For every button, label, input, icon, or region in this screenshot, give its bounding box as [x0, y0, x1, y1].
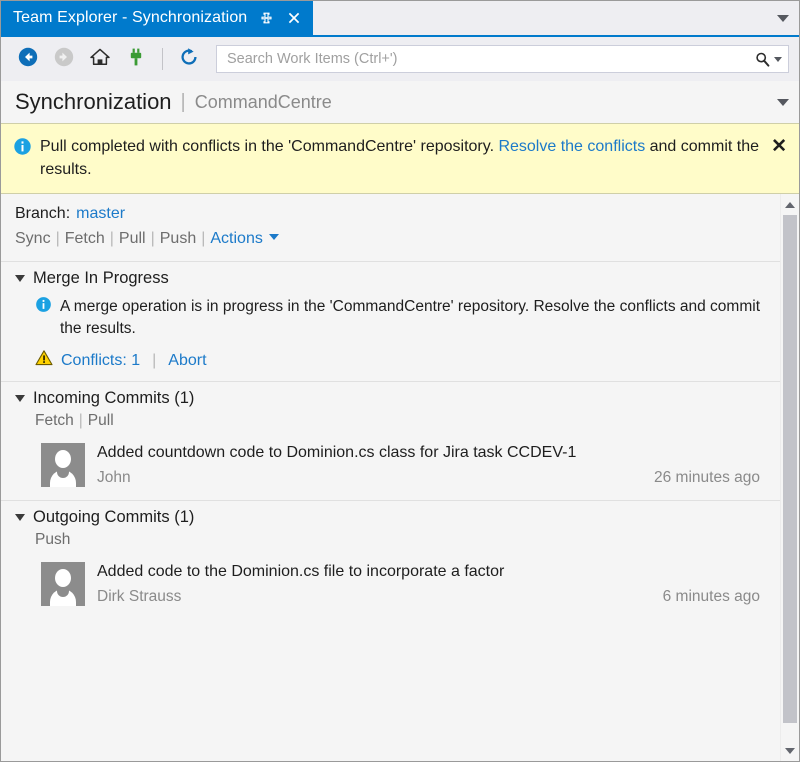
- commit-author: Dirk Strauss: [97, 588, 182, 606]
- incoming-commit-row[interactable]: Added countdown code to Dominion.cs clas…: [15, 430, 766, 491]
- search-input[interactable]: [227, 51, 754, 67]
- plug-connect-icon: [125, 46, 147, 73]
- titlebar-empty-area: [313, 1, 799, 35]
- fetch-link[interactable]: Fetch: [65, 230, 105, 247]
- commit-message: Added countdown code to Dominion.cs clas…: [97, 444, 577, 462]
- pull-link[interactable]: Pull: [119, 230, 146, 247]
- warning-icon: [35, 349, 53, 372]
- incoming-commands-row: Fetch | Pull: [15, 408, 766, 430]
- abort-link[interactable]: Abort: [168, 352, 206, 370]
- page-header-dropdown-icon[interactable]: [777, 98, 789, 106]
- merge-section-title: Merge In Progress: [33, 269, 169, 288]
- scroll-content: Branch: master Sync | Fetch | Pull | Push | Actio…: [1, 194, 780, 761]
- commit-time: 6 minutes ago: [662, 588, 760, 606]
- expander-collapse-icon[interactable]: [15, 395, 25, 403]
- refresh-button[interactable]: [174, 44, 204, 74]
- toolbar-separator: [162, 48, 163, 70]
- home-icon: [89, 46, 111, 73]
- cmd-separator-1: |: [55, 230, 60, 248]
- expander-collapse-icon[interactable]: [15, 275, 25, 283]
- outgoing-section-header[interactable]: Outgoing Commits (1): [15, 508, 766, 527]
- connect-button[interactable]: [121, 44, 151, 74]
- info-icon: [13, 137, 32, 161]
- back-arrow-icon: [17, 46, 39, 73]
- git-commands-row: Sync | Fetch | Pull | Push | Actions: [1, 225, 780, 252]
- window-titlebar: Team Explorer - Synchronization: [1, 1, 799, 37]
- resolve-conflicts-link[interactable]: Resolve the conflicts: [498, 138, 645, 155]
- outgoing-section-title: Outgoing Commits (1): [33, 508, 195, 527]
- outgoing-commands-row: Push: [15, 527, 766, 549]
- push-link[interactable]: Push: [160, 230, 196, 247]
- incoming-fetch-link[interactable]: Fetch: [35, 412, 74, 429]
- pin-icon[interactable]: [257, 8, 275, 28]
- scroll-up-icon[interactable]: [782, 196, 799, 213]
- incoming-section-title: Incoming Commits (1): [33, 389, 195, 408]
- page-header-separator: |: [180, 90, 186, 113]
- incoming-section-header[interactable]: Incoming Commits (1): [15, 389, 766, 408]
- search-icon[interactable]: [754, 51, 782, 68]
- avatar-person-icon: [41, 443, 85, 488]
- branch-name-link[interactable]: master: [76, 205, 125, 222]
- repository-name: CommandCentre: [194, 91, 332, 112]
- branch-label: Branch:: [15, 205, 71, 223]
- refresh-icon: [178, 46, 200, 73]
- scroll-down-icon[interactable]: [782, 742, 799, 759]
- notification-text-before: Pull completed with conflicts in the 'Co…: [40, 138, 499, 155]
- scrollbar-track[interactable]: [781, 213, 799, 742]
- team-explorer-window: Team Explorer - Synchronization Search W…: [0, 0, 800, 762]
- merge-actions-row: Conflicts: 1 | Abort: [15, 340, 766, 372]
- notification-bar: Pull completed with conflicts in the 'Co…: [1, 123, 799, 195]
- tab-label: Team Explorer - Synchronization: [13, 9, 248, 26]
- commit-message: Added code to the Dominion.cs file to in…: [97, 563, 505, 581]
- notification-text: Pull completed with conflicts in the 'Co…: [40, 135, 761, 181]
- close-icon[interactable]: [285, 8, 303, 28]
- cmd-separator-4: |: [201, 230, 206, 248]
- actions-link[interactable]: Actions: [210, 230, 262, 247]
- search-box[interactable]: [216, 45, 789, 73]
- incoming-pull-link[interactable]: Pull: [88, 412, 114, 429]
- navigation-toolbar: [1, 37, 799, 81]
- merge-section-header[interactable]: Merge In Progress: [15, 269, 766, 288]
- merge-message-row: A merge operation is in progress in the …: [15, 288, 766, 340]
- page-header: Synchronization | CommandCentre: [1, 81, 799, 123]
- branch-row: Branch: master: [1, 202, 780, 225]
- forward-button: [49, 44, 79, 74]
- outgoing-commit-row[interactable]: Added code to the Dominion.cs file to in…: [15, 549, 766, 610]
- forward-arrow-icon: [53, 46, 75, 73]
- commit-author: John: [97, 469, 131, 487]
- incoming-separator: |: [78, 412, 83, 430]
- outgoing-push-link[interactable]: Push: [35, 531, 70, 548]
- back-button[interactable]: [13, 44, 43, 74]
- commit-time: 26 minutes ago: [654, 469, 760, 487]
- home-button[interactable]: [85, 44, 115, 74]
- commit-details: Added code to the Dominion.cs file to in…: [97, 562, 760, 606]
- merge-action-separator: |: [152, 351, 157, 369]
- section-outgoing-commits: Outgoing Commits (1) Push Added code to …: [1, 501, 780, 610]
- scrollbar-thumb[interactable]: [783, 215, 797, 723]
- commit-details: Added countdown code to Dominion.cs clas…: [97, 443, 760, 487]
- avatar-person-icon: [41, 562, 85, 607]
- conflicts-link[interactable]: Conflicts: 1: [61, 352, 140, 370]
- notification-close-button[interactable]: ✕: [771, 137, 787, 156]
- info-icon: [35, 296, 52, 318]
- actions-chevron-down-icon[interactable]: [268, 234, 279, 241]
- cmd-separator-2: |: [109, 230, 114, 248]
- section-incoming-commits: Incoming Commits (1) Fetch | Pull Added co…: [1, 382, 780, 491]
- commit-meta: Dirk Strauss 6 minutes ago: [97, 588, 760, 606]
- content-area: Branch: master Sync | Fetch | Pull | Push | Actio…: [1, 194, 799, 761]
- window-dropdown-icon[interactable]: [777, 14, 789, 22]
- page-title: Synchronization: [15, 89, 172, 114]
- sync-link[interactable]: Sync: [15, 230, 51, 247]
- search-dropdown-icon[interactable]: [774, 56, 782, 62]
- expander-collapse-icon[interactable]: [15, 514, 25, 522]
- commit-meta: John 26 minutes ago: [97, 469, 760, 487]
- section-merge-in-progress: Merge In Progress A merge operation is i…: [1, 262, 780, 372]
- vertical-scrollbar[interactable]: [780, 194, 799, 761]
- cmd-separator-3: |: [150, 230, 155, 248]
- merge-message-text: A merge operation is in progress in the …: [60, 298, 761, 338]
- tab-team-explorer[interactable]: Team Explorer - Synchronization: [1, 1, 314, 35]
